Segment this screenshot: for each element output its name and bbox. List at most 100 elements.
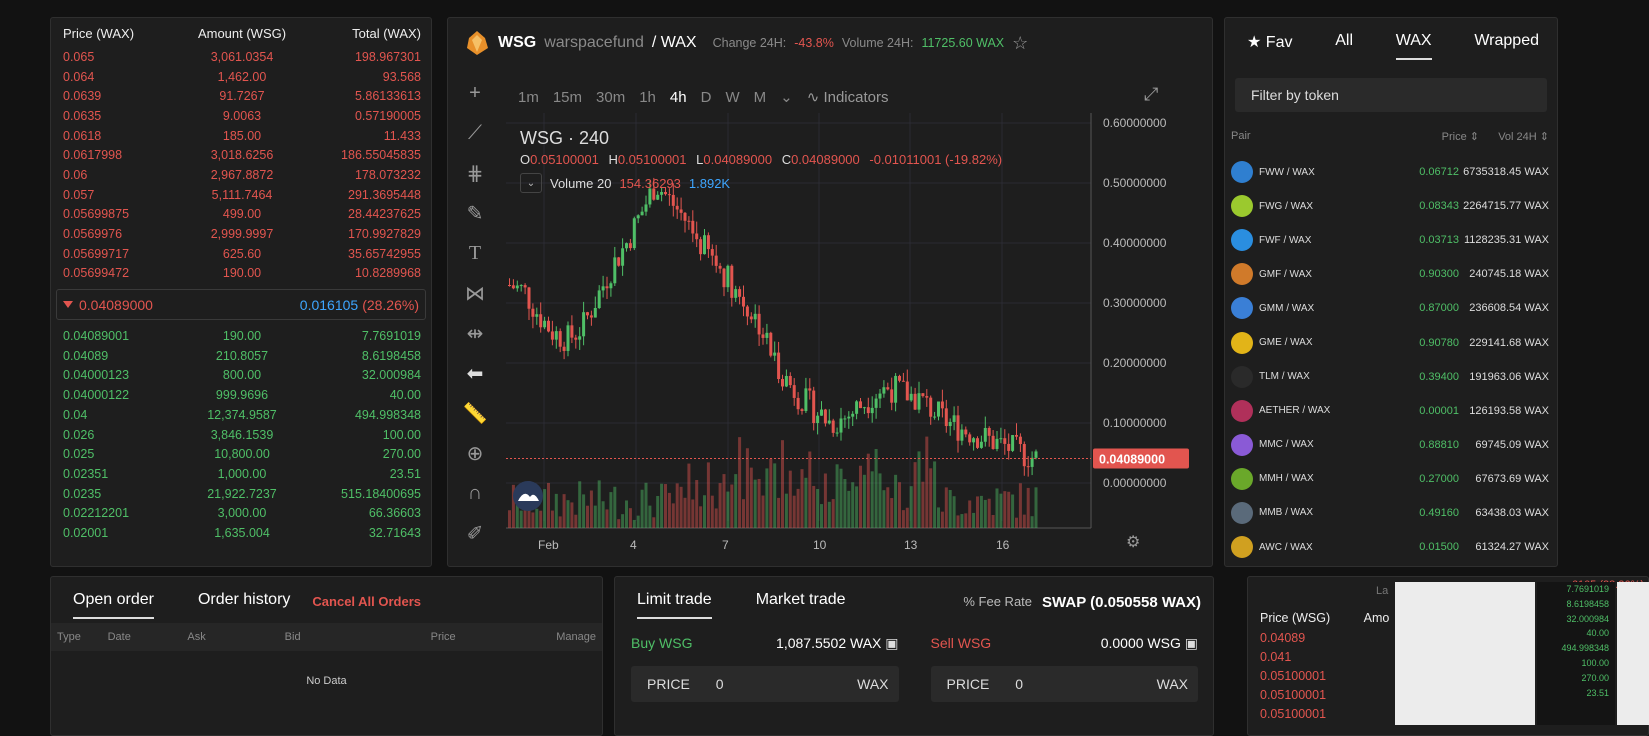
tab-open-order[interactable]: Open order <box>73 591 154 619</box>
order-book-row[interactable]: 0.0235 21,922.7237 515.18400695 <box>51 484 431 504</box>
text-icon[interactable]: T <box>460 238 490 268</box>
order-book-row[interactable]: 0.065 3,061.0354 198.967301 <box>51 47 431 67</box>
sell-price-value[interactable]: 0 <box>1015 676 1156 692</box>
pair-row[interactable]: FWW / WAX 0.06712 6735318.45 WAX <box>1225 155 1557 189</box>
fullscreen-icon[interactable]: ⤢ <box>1144 84 1158 105</box>
order-book-row[interactable]: 0.04089 210.8057 8.6198458 <box>51 346 431 366</box>
brush-icon[interactable]: ✎ <box>460 198 490 228</box>
order-book-row[interactable]: 0.05699875 499.00 28.44237625 <box>51 205 431 225</box>
candle-body <box>640 211 644 216</box>
crosshair-icon[interactable]: + <box>460 78 490 108</box>
row-total: 5.86133613 <box>354 89 421 104</box>
buy-price-field[interactable]: PRICE 0 WAX <box>631 666 899 702</box>
candle-body <box>742 296 745 307</box>
measure-icon[interactable]: ⇹ <box>460 318 490 348</box>
buy-form: Buy WSG 1,087.5502 WAX ▣ PRICE 0 WAX <box>631 635 899 702</box>
candle-plot[interactable]: 0.60000000 0.50000000 0.40000000 0.30000000… <box>506 103 1206 558</box>
lock-pencil-icon[interactable]: ✐ <box>460 518 490 548</box>
tab-order-history[interactable]: Order history <box>198 591 290 619</box>
tab-limit-trade[interactable]: Limit trade <box>637 591 712 619</box>
tab-fav[interactable]: ★ Fav <box>1247 32 1292 60</box>
order-book-row[interactable]: 0.057 5,111.7464 291.3695448 <box>51 185 431 205</box>
pair-row[interactable]: GMM / WAX 0.87000 236608.54 WAX <box>1225 291 1557 325</box>
back-arrow-icon[interactable]: ⬅ <box>460 358 490 388</box>
wallet-icon: ▣ <box>1184 635 1198 651</box>
swap-button[interactable]: SWAP (0.050558 WAX) <box>1042 594 1201 619</box>
star-icon[interactable]: ☆ <box>1012 33 1028 54</box>
cancel-all-button[interactable]: Cancel All Orders <box>312 594 421 619</box>
fee-rate[interactable]: % Fee Rate <box>963 594 1032 619</box>
candle-body <box>761 334 765 338</box>
pair-row[interactable]: AWC / WAX 0.01500 61324.27 WAX <box>1225 530 1557 564</box>
order-book-row[interactable]: 0.0618 185.00 11.433 <box>51 126 431 146</box>
order-book-row[interactable]: 0.04000122 999.9696 40.00 <box>51 385 431 405</box>
order-book-row[interactable]: 0.026 3,846.1539 100.00 <box>51 425 431 445</box>
candle-body <box>983 427 987 442</box>
tab-wax[interactable]: WAX <box>1395 32 1432 60</box>
pair-token: GME <box>1259 337 1282 349</box>
candle-body <box>937 401 940 417</box>
order-book-row[interactable]: 0.06 2,967.8872 178.073232 <box>51 165 431 185</box>
pair-quote: / WAX <box>1286 302 1315 314</box>
candle-body <box>979 441 983 448</box>
candle-body <box>644 204 648 212</box>
tab-all[interactable]: All <box>1335 32 1353 60</box>
order-book-row[interactable]: 0.0635 9.0063 0.57190005 <box>51 106 431 126</box>
candle-body <box>808 388 812 391</box>
row-total: 40.00 <box>389 388 421 403</box>
ruler-icon[interactable]: 📏 <box>460 398 490 428</box>
pairs-col-vol[interactable]: Vol 24H ⇕ <box>1479 130 1549 143</box>
sell-price-field[interactable]: PRICE 0 WAX <box>930 666 1198 702</box>
candle-body <box>625 243 628 249</box>
magnet-icon[interactable]: ∩ <box>460 478 490 508</box>
order-book-row[interactable]: 0.04089001 190.00 7.7691019 <box>51 326 431 346</box>
sell-form: Sell WSG 0.0000 WSG ▣ PRICE 0 WAX <box>930 635 1198 702</box>
candle-body <box>593 307 597 318</box>
candle-body <box>964 429 968 435</box>
tab-wrapped[interactable]: Wrapped <box>1474 32 1539 60</box>
volume-bar <box>940 511 944 528</box>
candle-body <box>562 346 566 351</box>
mid-price[interactable]: 0.04089000 0.016105 (28.26%) <box>56 289 426 321</box>
pair-row[interactable]: MMB / WAX 0.49160 63438.03 WAX <box>1225 496 1557 530</box>
y-tick-label: 0.10000000 <box>1103 416 1167 430</box>
candle-body <box>749 316 753 320</box>
order-book-row[interactable]: 0.05699717 625.60 35.65742955 <box>51 244 431 264</box>
candle-body <box>535 314 539 317</box>
order-book-row[interactable]: 0.025 10,800.00 270.00 <box>51 444 431 464</box>
filter-input[interactable]: Filter by token <box>1235 78 1547 112</box>
order-book-row[interactable]: 0.0639 91.7267 5.86133613 <box>51 86 431 106</box>
row-amount: 9.0063 <box>222 108 262 123</box>
pair-row[interactable]: MMH / WAX 0.27000 67673.69 WAX <box>1225 462 1557 496</box>
mid-change: (28.26%) <box>362 296 419 313</box>
pair-row[interactable]: AETHER / WAX 0.00001 126193.58 WAX <box>1225 394 1557 428</box>
order-book-row[interactable]: 0.02001 1,635.004 32.71643 <box>51 523 431 543</box>
buy-price-value[interactable]: 0 <box>716 676 857 692</box>
order-book-row[interactable]: 0.04000123 800.00 32.000984 <box>51 366 431 386</box>
pair-row[interactable]: TLM / WAX 0.39400 191963.06 WAX <box>1225 360 1557 394</box>
pair-row[interactable]: GME / WAX 0.90780 229141.68 WAX <box>1225 325 1557 359</box>
pair-row[interactable]: FWG / WAX 0.08343 2264715.77 WAX <box>1225 189 1557 223</box>
order-book-row[interactable]: 0.04 12,374.9587 494.998348 <box>51 405 431 425</box>
volume-bar <box>972 512 976 528</box>
order-book-row[interactable]: 0.05699472 190.00 10.8289968 <box>51 264 431 284</box>
order-book-row[interactable]: 0.0617998 3,018.6256 186.55045835 <box>51 145 431 165</box>
order-book-row[interactable]: 0.02351 1,000.00 23.51 <box>51 464 431 484</box>
pairs-col-price[interactable]: Price ⇕ <box>1399 130 1479 143</box>
tab-market-trade[interactable]: Market trade <box>756 591 846 619</box>
order-book-row[interactable]: 0.0569976 2,999.9997 170.9927829 <box>51 224 431 244</box>
chevron-down-icon[interactable]: ⌄ <box>520 173 542 193</box>
pair-name: GMM / WAX <box>1259 303 1399 314</box>
pair-row[interactable]: GMF / WAX 0.90300 240745.18 WAX <box>1225 257 1557 291</box>
volume-bar <box>1018 483 1022 528</box>
order-book-row[interactable]: 0.02212201 3,000.00 66.36603 <box>51 503 431 523</box>
trend-line-icon[interactable]: ⟋ <box>460 118 490 148</box>
row-amount: 1,000.00 <box>217 466 267 481</box>
pattern-icon[interactable]: ⋈ <box>460 278 490 308</box>
order-book-row[interactable]: 0.064 1,462.00 93.568 <box>51 67 431 87</box>
volume-bar <box>882 490 886 528</box>
pair-row[interactable]: FWF / WAX 0.03713 1128235.31 WAX <box>1225 223 1557 257</box>
fib-icon[interactable]: ⋕ <box>460 158 490 188</box>
pair-row[interactable]: MMC / WAX 0.88810 69745.09 WAX <box>1225 428 1557 462</box>
zoom-icon[interactable]: ⊕ <box>460 438 490 468</box>
